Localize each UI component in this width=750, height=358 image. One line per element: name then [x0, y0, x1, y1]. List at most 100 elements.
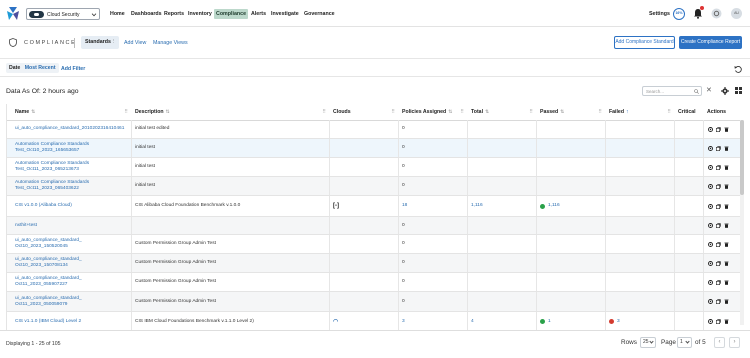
- user-avatar[interactable]: AU: [731, 8, 742, 19]
- column-header-total[interactable]: Total ⇅ ⠿: [467, 104, 536, 121]
- column-header-name[interactable]: Name ⇅ ⠿: [11, 104, 131, 121]
- kebab-menu-icon[interactable]: ⋮: [111, 36, 116, 49]
- copy-icon[interactable]: [716, 145, 721, 151]
- assign-policy-icon[interactable]: [708, 260, 713, 266]
- manage-views-link[interactable]: Manage Views: [153, 40, 188, 46]
- table-row[interactable]: nxthit+test 0: [7, 217, 742, 235]
- cloud-selector-dropdown[interactable]: Cloud Security: [26, 8, 100, 20]
- nav-investigate[interactable]: Investigate: [269, 9, 301, 19]
- cell-name[interactable]: nxthit+test: [11, 217, 131, 234]
- copy-icon[interactable]: [716, 299, 721, 304]
- clear-search-icon[interactable]: ✕: [706, 86, 712, 94]
- column-header-description[interactable]: Description ⇅ ⠿: [131, 104, 329, 121]
- assign-policy-icon[interactable]: [708, 164, 713, 170]
- copy-icon[interactable]: [716, 223, 721, 228]
- table-row[interactable]: ui_auto_compliance_standard_ Oct10_2023_…: [7, 235, 742, 254]
- column-menu-icon[interactable]: ⠿: [529, 104, 533, 121]
- rows-per-page-select[interactable]: 25: [640, 337, 656, 348]
- copy-icon[interactable]: [716, 164, 721, 170]
- table-row[interactable]: CIS v1.0.0 (Alibaba Cloud) CIS Alibaba Cl…: [7, 196, 742, 217]
- table-vertical-scrollbar[interactable]: [740, 120, 744, 325]
- passed-count[interactable]: 1,116: [548, 203, 560, 209]
- cell-name[interactable]: ui_auto_compliance_standard_201020231641…: [11, 120, 131, 138]
- column-header-clouds[interactable]: Clouds ⠿: [329, 104, 398, 121]
- table-row[interactable]: Automation Compliance Standards Test_Oct…: [7, 177, 742, 196]
- page-number-select[interactable]: 1: [677, 337, 692, 348]
- column-menu-icon[interactable]: ⠿: [598, 104, 602, 121]
- cell-total[interactable]: 1,116: [467, 196, 536, 216]
- delete-trash-icon[interactable]: [724, 184, 729, 189]
- cell-name[interactable]: ui_auto_compliance_standard_ Oct11_2023_…: [11, 273, 131, 291]
- column-menu-icon[interactable]: ⠿: [124, 104, 128, 121]
- previous-page-button[interactable]: ‹: [714, 337, 725, 348]
- next-page-button[interactable]: ›: [729, 337, 740, 348]
- assign-policy-icon[interactable]: [708, 319, 713, 324]
- delete-trash-icon[interactable]: [724, 261, 729, 266]
- delete-trash-icon[interactable]: [724, 127, 729, 132]
- delete-trash-icon[interactable]: [724, 319, 729, 324]
- delete-trash-icon[interactable]: [724, 165, 729, 170]
- add-compliance-standard-button[interactable]: Add Compliance Standard: [614, 36, 675, 49]
- cell-name[interactable]: ui_auto_compliance_standard_ Oct11_2023_…: [11, 292, 131, 311]
- table-row[interactable]: ui_auto_compliance_standard_ Oct11_2023_…: [7, 273, 742, 292]
- column-menu-icon[interactable]: ⠿: [391, 104, 395, 121]
- cell-name[interactable]: CIS v1.0.0 (Alibaba Cloud): [11, 196, 131, 216]
- passed-count[interactable]: 1: [548, 319, 551, 325]
- column-menu-icon[interactable]: ⠿: [460, 104, 464, 121]
- cell-name[interactable]: ui_auto_compliance_standard_ Oct10_2023_…: [11, 254, 131, 272]
- copy-icon[interactable]: [716, 203, 721, 209]
- scrollbar-thumb[interactable]: [740, 120, 744, 195]
- delete-trash-icon[interactable]: [724, 204, 729, 209]
- nav-governance[interactable]: Governance: [302, 9, 337, 19]
- delete-trash-icon[interactable]: [724, 242, 729, 247]
- delete-trash-icon[interactable]: [724, 299, 729, 304]
- table-row[interactable]: ui_auto_compliance_standard_ Oct10_2023_…: [7, 254, 742, 273]
- nav-compliance[interactable]: Compliance: [214, 9, 249, 19]
- add-filter-link[interactable]: Add Filter: [61, 66, 85, 72]
- search-input[interactable]: Search...: [642, 86, 702, 96]
- delete-trash-icon[interactable]: [724, 146, 729, 151]
- nav-reports[interactable]: Reports: [162, 9, 186, 19]
- table-row[interactable]: ui_auto_compliance_standard_ Oct11_2023_…: [7, 292, 742, 312]
- grid-view-icon[interactable]: [735, 87, 742, 94]
- nav-home[interactable]: Home: [108, 9, 127, 19]
- tab-standards[interactable]: Standards ⋮: [81, 36, 119, 49]
- reset-filters-icon[interactable]: [734, 65, 742, 73]
- cell-name[interactable]: Automation Compliance Standards Test_Oct…: [11, 177, 131, 195]
- assign-policy-icon[interactable]: [708, 145, 713, 151]
- copy-icon[interactable]: [716, 319, 721, 324]
- add-view-link[interactable]: Add View: [124, 40, 146, 46]
- settings-link[interactable]: Settings: [649, 11, 670, 17]
- nav-inventory[interactable]: Inventory: [186, 9, 214, 19]
- assign-policy-icon[interactable]: [708, 203, 713, 209]
- copy-icon[interactable]: [716, 126, 721, 132]
- column-header-failed[interactable]: Failed ↑ ⠿: [605, 104, 674, 121]
- assign-policy-icon[interactable]: [708, 299, 713, 304]
- assign-policy-icon[interactable]: [708, 126, 713, 132]
- table-row[interactable]: Automation Compliance Standards Test_Oct…: [7, 158, 742, 177]
- copy-icon[interactable]: [716, 183, 721, 189]
- delete-trash-icon[interactable]: [724, 223, 729, 228]
- assign-policy-icon[interactable]: [708, 279, 713, 285]
- column-header-passed[interactable]: Passed ⇅ ⠿: [536, 104, 605, 121]
- cell-total[interactable]: 4: [467, 312, 536, 330]
- delete-trash-icon[interactable]: [724, 280, 729, 285]
- cell-passed[interactable]: 1,116: [536, 196, 605, 216]
- table-row[interactable]: Automation Compliance Standards Test_Oct…: [7, 139, 742, 158]
- failed-count[interactable]: 3: [617, 319, 620, 325]
- date-filter-chip[interactable]: Date Most Recent: [6, 63, 59, 73]
- column-settings-gear-icon[interactable]: [721, 87, 729, 95]
- cell-name[interactable]: CIS v1.1.0 (IBM Cloud) Level 2: [11, 312, 131, 330]
- assign-policy-icon[interactable]: [708, 241, 713, 247]
- app-logo-icon[interactable]: [7, 7, 19, 20]
- copy-icon[interactable]: [716, 279, 721, 285]
- copy-icon[interactable]: [716, 260, 721, 266]
- cell-failed[interactable]: 3: [605, 312, 674, 330]
- column-menu-icon[interactable]: ⠿: [667, 104, 671, 121]
- column-menu-icon[interactable]: ⠿: [322, 104, 326, 121]
- cell-name[interactable]: ui_auto_compliance_standard_ Oct10_2023_…: [11, 235, 131, 253]
- cell-name[interactable]: Automation Compliance Standards Test_Oct…: [11, 139, 131, 157]
- create-compliance-report-button[interactable]: Create Compliance Report: [679, 36, 742, 49]
- progress-badge[interactable]: 16%: [673, 8, 685, 20]
- column-header-policies-assigned[interactable]: Policies Assigned ⇅ ⠿: [398, 104, 467, 121]
